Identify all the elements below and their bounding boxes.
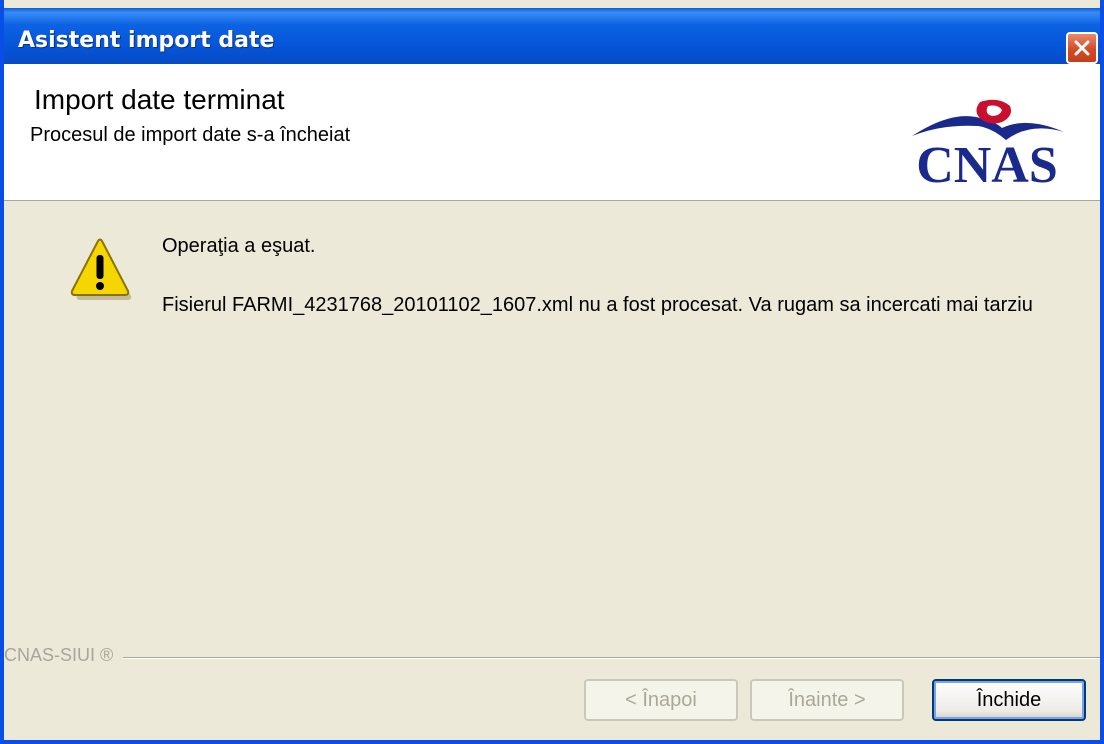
page-title: Import date terminat	[34, 84, 285, 115]
close-icon	[1074, 40, 1090, 56]
wizard-window: Asistent import date Import date termina…	[0, 0, 1104, 744]
close-button[interactable]	[1066, 32, 1098, 64]
title-bar[interactable]: Asistent import date	[4, 8, 1100, 64]
window-title: Asistent import date	[18, 28, 275, 53]
status-text: Operaţia a eşuat.	[162, 235, 316, 257]
page-subtitle: Procesul de import date s-a încheiat	[30, 124, 351, 146]
wizard-header: Import date terminat Procesul de import …	[4, 64, 1100, 201]
logo-text: CNAS	[916, 137, 1058, 192]
back-button[interactable]: < Înapoi	[584, 679, 738, 721]
footer-divider	[4, 657, 1100, 659]
footer-brand: CNAS-SIUI ®	[4, 645, 124, 666]
close-dialog-button[interactable]: Închide	[932, 679, 1086, 721]
wizard-content: Operaţia a eşuat. Fisierul FARMI_4231768…	[4, 201, 1100, 740]
cnas-logo: CNAS	[912, 99, 1064, 192]
error-message: Fisierul FARMI_4231768_20101102_1607.xml…	[162, 294, 1033, 316]
next-button[interactable]: Înainte >	[750, 679, 904, 721]
warning-icon	[70, 238, 132, 300]
